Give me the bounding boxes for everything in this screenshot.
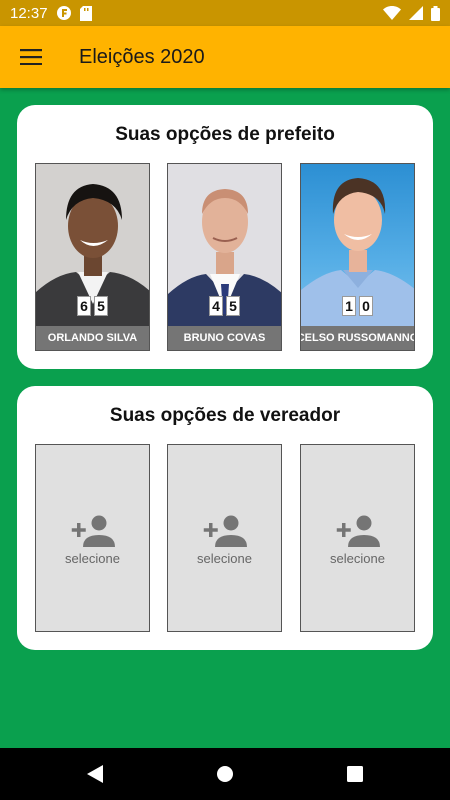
mayor-candidate-slot-3[interactable]: 1 0 CELSO RUSSOMANNO	[300, 163, 415, 351]
select-label: selecione	[330, 551, 385, 566]
app-bar: Eleições 2020	[0, 26, 450, 88]
select-label: selecione	[197, 551, 252, 566]
candidate-name: CELSO RUSSOMANNO	[301, 326, 414, 350]
status-time: 12:37	[10, 4, 48, 22]
number-digit: 6	[77, 296, 91, 316]
number-digit: 5	[94, 296, 108, 316]
wifi-icon	[383, 6, 401, 20]
home-icon	[217, 766, 233, 782]
candidate-name: ORLANDO SILVA	[36, 326, 149, 350]
hamburger-menu-icon	[20, 49, 42, 65]
candidate-number: 4 5	[168, 296, 281, 316]
mayor-candidate-slot-2[interactable]: 4 5 BRUNO COVAS	[167, 163, 282, 351]
home-button[interactable]	[210, 759, 240, 789]
council-section-title: Suas opções de vereador	[109, 405, 341, 426]
mayor-section-title: Suas opções de prefeito	[115, 124, 335, 145]
add-person-icon	[336, 515, 380, 547]
council-select-slot-3[interactable]: selecione	[300, 444, 415, 632]
sd-card-icon	[79, 5, 92, 21]
council-select-slot-1[interactable]: selecione	[35, 444, 150, 632]
mayor-candidate-slot-1[interactable]: 6 5 ORLANDO SILVA	[35, 163, 150, 351]
back-button[interactable]	[80, 759, 110, 789]
number-digit: 0	[359, 296, 373, 316]
candidate-name: BRUNO COVAS	[168, 326, 281, 350]
candidate-number: 1 0	[301, 296, 414, 316]
recents-button[interactable]	[340, 759, 370, 789]
number-digit: 4	[209, 296, 223, 316]
add-person-icon	[203, 515, 247, 547]
back-icon	[87, 765, 103, 783]
number-digit: 1	[342, 296, 356, 316]
council-select-slot-2[interactable]: selecione	[167, 444, 282, 632]
add-person-icon	[71, 515, 115, 547]
candidate-number: 6 5	[36, 296, 149, 316]
menu-button[interactable]	[0, 26, 62, 88]
select-label: selecione	[65, 551, 120, 566]
recents-icon	[347, 766, 363, 782]
battery-icon	[431, 5, 440, 21]
cell-signal-icon	[409, 6, 423, 20]
council-options-card: Suas opções de vereador selecione seleci…	[17, 386, 433, 650]
status-bar: 12:37	[0, 0, 450, 26]
mayor-options-card: Suas opções de prefeito 6 5 ORLANDO SILV…	[17, 105, 433, 369]
app-notification-icon	[56, 5, 72, 21]
app-title: Eleições 2020	[79, 45, 205, 68]
number-digit: 5	[226, 296, 240, 316]
navigation-bar	[0, 748, 450, 800]
